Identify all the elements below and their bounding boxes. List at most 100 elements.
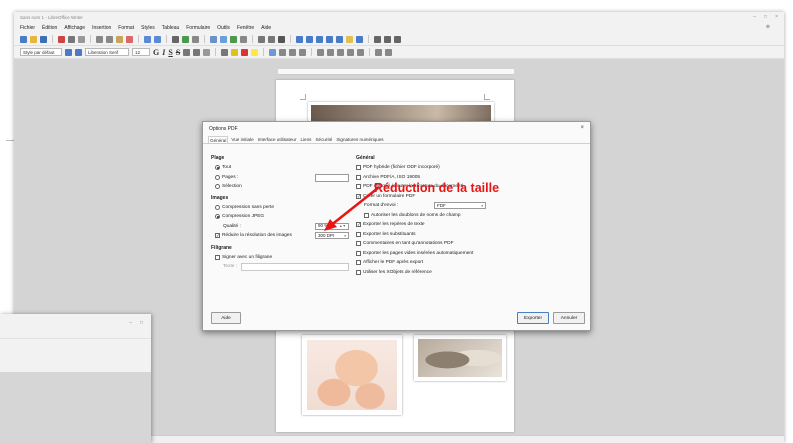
cut-icon[interactable]	[96, 35, 103, 43]
print-icon[interactable]	[68, 35, 75, 43]
spelling-icon[interactable]	[182, 35, 189, 43]
menu-affichage[interactable]: Affichage	[64, 25, 85, 31]
comment-icon[interactable]	[346, 35, 353, 43]
tab-securite[interactable]: Sécurité	[314, 136, 333, 143]
radio-tout[interactable]: Tout	[211, 163, 351, 173]
tab-vue-initiale[interactable]: Vue initiale	[230, 136, 254, 143]
undo-icon[interactable]	[144, 35, 151, 43]
radio-button[interactable]	[215, 174, 220, 180]
outline-icon[interactable]	[337, 48, 345, 56]
highlight-icon[interactable]	[231, 48, 239, 56]
strikethrough-button[interactable]: S	[176, 48, 180, 57]
menu-fichier[interactable]: Fichier	[20, 25, 35, 31]
justify-icon[interactable]	[299, 48, 307, 56]
tab-interface-utilisateur[interactable]: Interface utilisateur	[257, 136, 298, 143]
update-style-icon[interactable]	[65, 48, 72, 56]
tab-signatures[interactable]: Signatures numériques	[335, 136, 384, 143]
paragraph-spacing-icon[interactable]	[385, 48, 393, 56]
export-pdf-icon[interactable]	[58, 35, 65, 43]
draw-functions-icon[interactable]	[394, 35, 401, 43]
tab-general[interactable]: Général	[208, 136, 229, 143]
radio-button[interactable]	[215, 214, 220, 220]
line-spacing-icon[interactable]	[375, 48, 383, 56]
chevron-down-icon[interactable]: ▾	[481, 203, 483, 209]
minimize-icon[interactable]: –	[753, 14, 756, 20]
radio-button[interactable]	[215, 184, 220, 190]
option-xobjets[interactable]: Utiliser les XObjets de référence	[356, 268, 588, 278]
help-button[interactable]: Aide	[211, 312, 241, 324]
option-hybride[interactable]: PDF hybride (fichier ODF incorporé)	[356, 163, 588, 173]
close-icon[interactable]: ×	[580, 125, 584, 131]
superscript-icon[interactable]	[183, 48, 191, 56]
checkbox[interactable]	[356, 241, 361, 247]
basic-shapes-icon[interactable]	[384, 35, 391, 43]
special-character-icon[interactable]	[278, 35, 285, 43]
ruler[interactable]	[278, 69, 514, 75]
paste-icon[interactable]	[116, 35, 123, 43]
font-name-combo[interactable]: Liberation Serif	[85, 48, 129, 56]
option-doublons[interactable]: Autoriser les doublons de noms de champ	[356, 211, 588, 221]
menu-format[interactable]: Format	[118, 25, 134, 31]
menu-formulaire[interactable]: Formulaire	[186, 25, 210, 31]
close-document-icon[interactable]: ⊗	[766, 24, 770, 30]
format-envoi-combo[interactable]: FDF ▾	[434, 202, 486, 209]
checkbox[interactable]	[356, 174, 361, 180]
photo-baby[interactable]	[302, 335, 402, 415]
cancel-button[interactable]: Annuler	[553, 312, 585, 324]
insert-textbox-icon[interactable]	[240, 35, 247, 43]
italic-button[interactable]: I	[162, 48, 165, 57]
indent-icon[interactable]	[347, 48, 355, 56]
menu-aide[interactable]: Aide	[261, 25, 271, 31]
option-substituants[interactable]: Exporter les substituants	[356, 230, 588, 240]
cross-reference-icon[interactable]	[336, 35, 343, 43]
checkbox-checked[interactable]: ✓	[215, 233, 220, 239]
radio-button[interactable]	[215, 204, 220, 210]
page-break-icon[interactable]	[258, 35, 265, 43]
bookmark-icon[interactable]	[326, 35, 333, 43]
bullets-icon[interactable]	[317, 48, 325, 56]
close-icon[interactable]: ×	[775, 14, 778, 20]
maximize-icon[interactable]: □	[140, 320, 143, 326]
menu-styles[interactable]: Styles	[141, 25, 155, 31]
menu-edition[interactable]: Édition	[42, 25, 57, 31]
save-icon[interactable]	[40, 35, 47, 43]
radio-pages[interactable]: Pages :	[211, 173, 351, 183]
option-commentaires[interactable]: Commentaires en tant qu'annotations PDF	[356, 239, 588, 249]
clear-formatting-icon[interactable]	[203, 48, 211, 56]
print-preview-icon[interactable]	[78, 35, 85, 43]
menu-fenetre[interactable]: Fenêtre	[237, 25, 254, 31]
menu-insertion[interactable]: Insertion	[92, 25, 111, 31]
track-changes-icon[interactable]	[356, 35, 363, 43]
align-left-icon[interactable]	[269, 48, 277, 56]
insert-table-icon[interactable]	[210, 35, 217, 43]
checkbox[interactable]	[356, 269, 361, 275]
export-button[interactable]: Exporter	[517, 312, 549, 324]
font-size-combo[interactable]: 12	[132, 48, 150, 56]
menu-outils[interactable]: Outils	[217, 25, 230, 31]
insert-image-icon[interactable]	[220, 35, 227, 43]
minimize-icon[interactable]: –	[129, 320, 132, 326]
signer-filigrane-row[interactable]: Signer avec un filigrane	[211, 253, 351, 263]
copy-icon[interactable]	[106, 35, 113, 43]
checkbox[interactable]	[356, 250, 361, 256]
numbering-icon[interactable]	[327, 48, 335, 56]
option-afficher[interactable]: Afficher le PDF après export	[356, 258, 588, 268]
footnote-icon[interactable]	[306, 35, 313, 43]
option-pages-vides[interactable]: Exporter les pages vides insérées automa…	[356, 249, 588, 259]
subscript-icon[interactable]	[193, 48, 201, 56]
formatting-marks-icon[interactable]	[192, 35, 199, 43]
hyperlink-icon[interactable]	[296, 35, 303, 43]
font-color-icon[interactable]	[241, 48, 249, 56]
checkbox[interactable]	[215, 254, 220, 260]
align-center-icon[interactable]	[279, 48, 287, 56]
shadow-icon[interactable]	[221, 48, 229, 56]
pages-input[interactable]	[315, 173, 349, 182]
align-right-icon[interactable]	[289, 48, 297, 56]
checkbox[interactable]	[356, 260, 361, 266]
photo-cats[interactable]	[414, 335, 506, 381]
new-style-icon[interactable]	[75, 48, 82, 56]
new-document-icon[interactable]	[20, 35, 27, 43]
paragraph-style-combo[interactable]: Style par défaut	[20, 48, 62, 56]
character-highlight-icon[interactable]	[251, 48, 259, 56]
underline-button[interactable]: S	[168, 48, 172, 57]
